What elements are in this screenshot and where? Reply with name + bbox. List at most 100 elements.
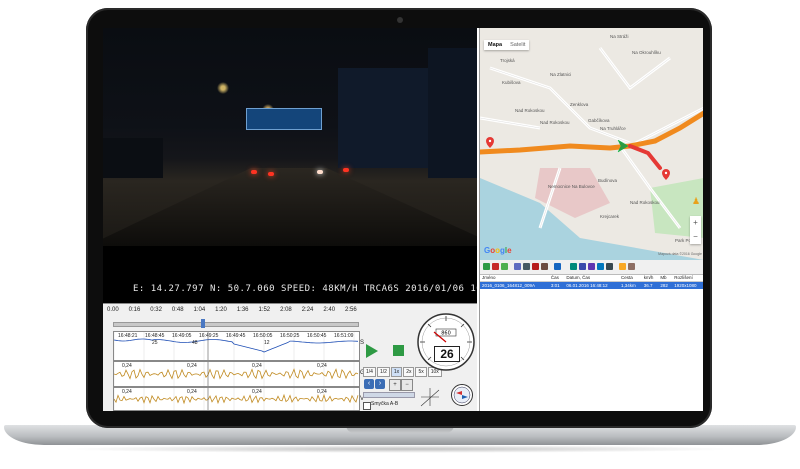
add-file-icon[interactable] — [483, 263, 490, 270]
speed-tab-2x[interactable]: 2x — [403, 367, 415, 377]
stop-button[interactable] — [393, 345, 404, 356]
map-copyright: Mapová data ©2016 Google — [658, 252, 702, 256]
column-header[interactable]: Cesta — [619, 274, 642, 282]
settings-icon[interactable] — [588, 263, 595, 270]
map-zoom-out-button[interactable]: − — [690, 230, 701, 244]
timeline-thumb[interactable] — [200, 319, 205, 328]
speed-graph[interactable]: 16:48:21 16:48:45 16:49:05 16:49:25 16:49:45… — [113, 331, 360, 361]
video-icon[interactable] — [554, 263, 561, 270]
timeline-tick-label: 0:48 — [171, 307, 184, 313]
street-label: Na Truhlářce — [600, 126, 626, 131]
zoom-in-icon[interactable]: + — [389, 379, 401, 391]
graph-value-label: 0,24 — [122, 363, 132, 369]
street-label: Nad Rokoskou — [630, 200, 660, 205]
map-zoom-in-button[interactable]: + — [690, 216, 701, 230]
graph-value-label: 0,24 — [317, 389, 327, 395]
folder-icon[interactable] — [619, 263, 626, 270]
remove-file-icon[interactable] — [492, 263, 499, 270]
video-osd-text: E: 14.27.797 N: 50.7.060 SPEED: 48KM/H T… — [133, 284, 477, 294]
column-header[interactable]: Jméno — [480, 274, 549, 282]
speed-graph-axis-label: S — [360, 340, 365, 346]
column-header[interactable]: km/h — [641, 274, 659, 282]
timeline-tick-label: 1:20 — [215, 307, 227, 313]
table-cell: 3:01 — [548, 281, 565, 289]
save-icon[interactable] — [523, 263, 530, 270]
webcam-icon — [397, 17, 403, 23]
table-cell: 06.01.2016 16:48:12 — [564, 281, 620, 289]
table-row[interactable]: 2016_0106_164812_009A 3:01 06.01.2016 16:4… — [480, 281, 703, 289]
column-header[interactable]: Rozlišení — [672, 274, 703, 282]
graph-value-label: 0,24 — [252, 363, 262, 369]
timeline-tick-label: 1:04 — [193, 307, 206, 313]
map-tab-satelit[interactable]: Satelit — [506, 40, 529, 50]
timeline-tick-label: 1:36 — [236, 307, 249, 313]
pegman-icon[interactable]: ♟ — [692, 196, 700, 207]
timeline-tick-label: 2:56 — [345, 307, 357, 313]
street-label: Nad Rokoskou — [540, 120, 570, 125]
table-cell: 36.7 — [641, 281, 659, 289]
graph-time-label: 16:49:45 — [226, 333, 246, 339]
street-label: Kubišova — [502, 80, 521, 85]
graph-value-label: 12 — [264, 340, 270, 346]
prev-file-icon[interactable]: ‹ — [364, 379, 374, 389]
street-label: Krejcarek — [600, 214, 620, 219]
graph-value-label: 0,24 — [187, 363, 197, 369]
video-player[interactable]: E: 14.27.797 N: 50.7.060 SPEED: 48KM/H T… — [103, 28, 477, 303]
play-button[interactable] — [366, 344, 378, 358]
street-label: Na Stráži — [610, 34, 629, 39]
road-sign — [246, 108, 322, 130]
graph-value-label: 25 — [152, 340, 158, 346]
timeline-slider[interactable] — [113, 322, 359, 327]
column-header[interactable]: Mb — [658, 274, 673, 282]
map-type-tabs: Mapa Satelit — [484, 40, 530, 50]
map-view[interactable]: Na Stráži Na Okrouhlíku Trojská Kubišova Na … — [479, 28, 703, 260]
loop-checkbox[interactable] — [363, 402, 371, 410]
v-sensor-graph[interactable]: 0,24 0,24 0,24 0,24 — [113, 387, 360, 411]
timeline-tick-label: 2:24 — [301, 307, 314, 313]
road — [103, 168, 477, 248]
graph-value-label: 0,24 — [187, 389, 197, 395]
video-frame — [103, 28, 477, 248]
speed-tab-1x[interactable]: 1x — [390, 367, 403, 377]
street-label: Trojská — [500, 58, 515, 63]
graph-value-label: 0,24 — [317, 363, 327, 369]
table-cell: 282 — [658, 281, 673, 289]
file-table: Jméno Čas Datum, Čas Cesta km/h Mb Rozlišení 2… — [480, 274, 703, 289]
copy-icon[interactable] — [514, 263, 521, 270]
timeline-tick-label: 2:08 — [280, 307, 292, 313]
street-label: Na Okrouhlíku — [632, 50, 661, 55]
street-label: Nemocnice Na Bulovce — [548, 184, 595, 189]
g-sensor-graph[interactable]: 0,24 0,24 0,24 0,24 — [113, 361, 360, 387]
graph-value-label: 0,24 — [252, 389, 262, 395]
map-tab-mapa[interactable]: Mapa — [484, 40, 506, 50]
next-file-icon[interactable]: › — [375, 379, 385, 389]
street-label: Nad Rokoskou — [515, 108, 545, 113]
speed-tab-1-2[interactable]: 1/2 — [376, 367, 390, 377]
odometer-text: 860 — [441, 331, 451, 337]
delete-icon[interactable] — [532, 263, 539, 270]
globe-icon[interactable] — [579, 263, 586, 270]
help-icon[interactable] — [628, 263, 635, 270]
column-header[interactable]: Čas — [548, 274, 565, 282]
zoom-out-icon[interactable]: − — [401, 379, 413, 391]
graph-time-label: 16:51:09 — [334, 333, 354, 339]
graph-time-label: 16:49:05 — [172, 333, 192, 339]
timeline-tick-label: 2:40 — [323, 307, 336, 313]
table-cell: 1920x1080 — [672, 281, 703, 289]
graph-line — [114, 368, 359, 380]
speed-readout: 26 — [434, 346, 460, 362]
camera-icon[interactable] — [606, 263, 613, 270]
info-icon[interactable] — [597, 263, 604, 270]
map-icon[interactable] — [570, 263, 577, 270]
export-icon[interactable] — [541, 263, 548, 270]
timeline[interactable]: 0.00 0:16 0:32 0:48 1:04 1:20 1:36 1:52 2:08 2:24… — [107, 307, 357, 317]
volume-slider[interactable] — [363, 392, 415, 398]
timeline-tick-label: 1:52 — [258, 307, 271, 313]
speed-tab-1-4[interactable]: 1/4 — [363, 367, 376, 377]
graph-time-label: 16:50:25 — [280, 333, 300, 339]
street-label: Gabčíkova — [588, 118, 610, 123]
graph-value-label: 48 — [192, 340, 198, 346]
refresh-icon[interactable] — [501, 263, 508, 270]
file-list-panel: Jméno Čas Datum, Čas Cesta km/h Mb Rozlišení 2… — [479, 260, 703, 411]
column-header[interactable]: Datum, Čas — [564, 274, 620, 282]
